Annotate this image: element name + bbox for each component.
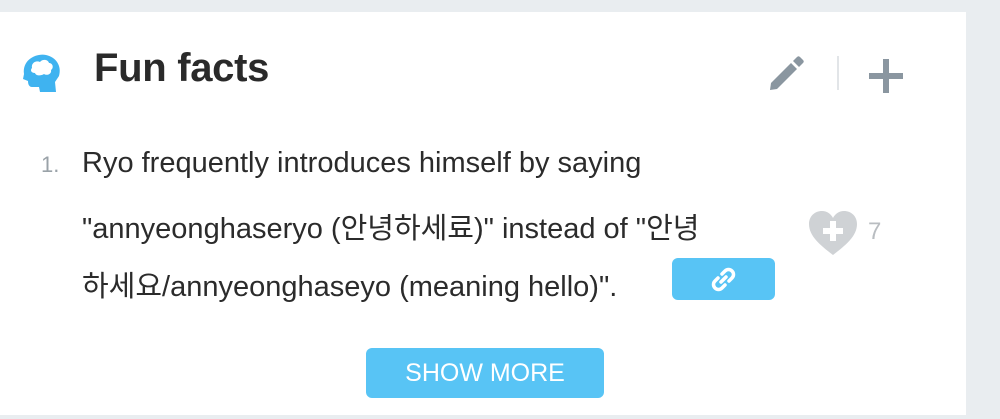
fact-text-line: 하세요/annyeonghaseyo (meaning hello)". [82,271,618,303]
link-icon [711,267,736,292]
fact-number: 1. [41,152,60,177]
fact-item: 1. Ryo frequently introduces himself by … [0,12,966,312]
heart-plus-icon [809,211,857,255]
like-button[interactable] [806,208,860,258]
fact-text-line: Ryo frequently introduces himself by say… [82,147,642,179]
fact-text-line: "annyeonghaseryo (안녕하세료)" instead of "안녕 [82,213,700,245]
show-more-button[interactable]: SHOW MORE [366,348,604,398]
like-count: 7 [868,218,882,245]
fun-facts-card: Fun facts 1. Ryo frequently introduces h… [0,12,966,415]
permalink-button[interactable] [672,258,775,300]
